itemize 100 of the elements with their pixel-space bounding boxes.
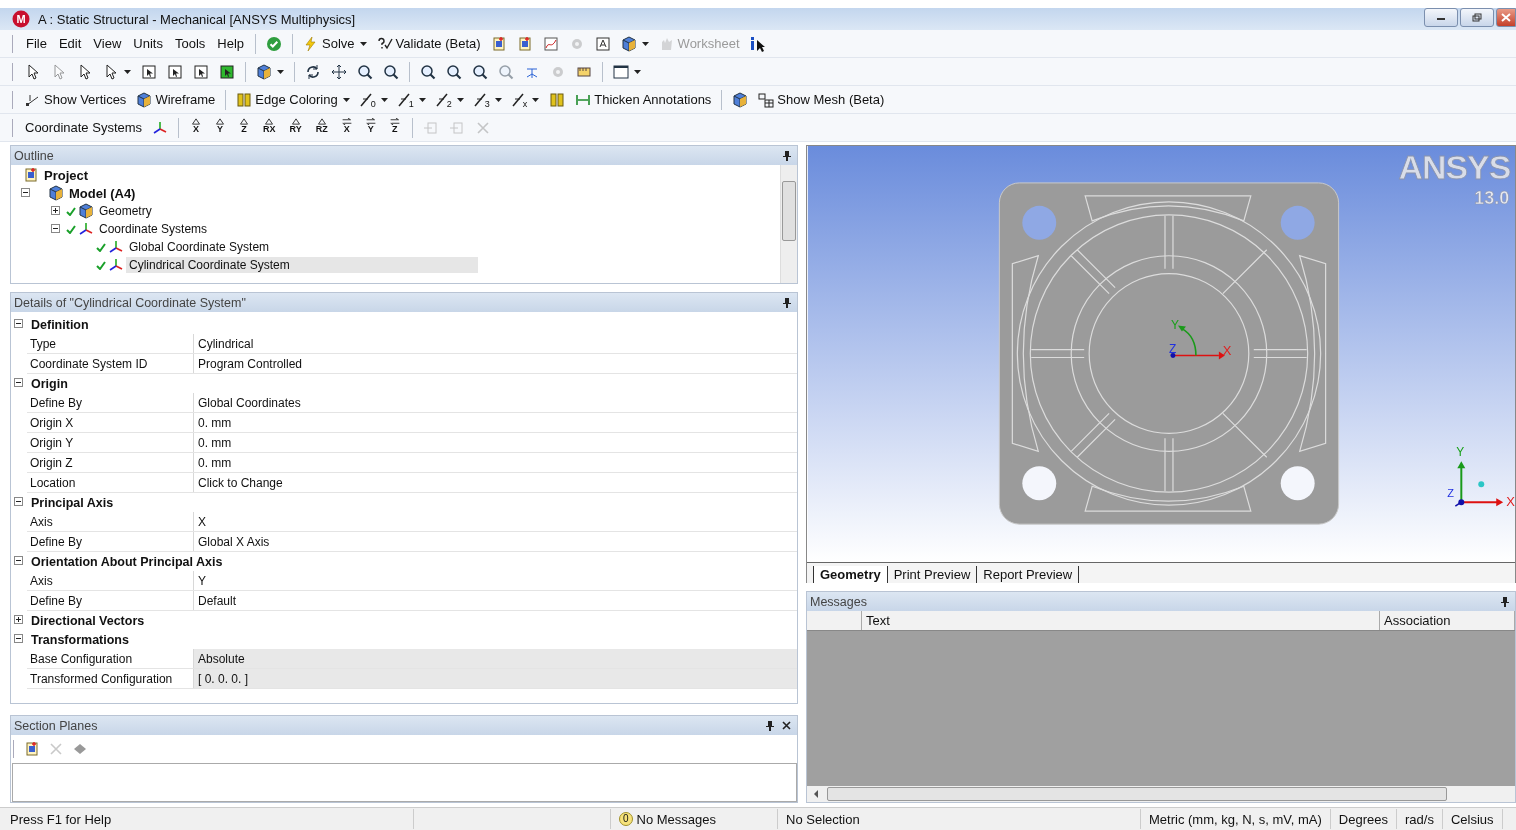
triangle-icon: [239, 117, 250, 125]
axis-button[interactable]: RX: [257, 116, 282, 139]
toolbar-button[interactable]: Validate (Beta): [372, 32, 485, 55]
triad-icon: [152, 119, 169, 136]
tree-item[interactable]: Geometry: [96, 203, 155, 219]
axis-label: Z: [1169, 341, 1177, 356]
edge-button[interactable]: 1: [393, 88, 430, 111]
clip-icon: [448, 119, 465, 136]
cube-icon: [48, 185, 64, 201]
property-value[interactable]: X: [194, 512, 797, 531]
property-name: Origin Y: [27, 433, 194, 452]
triangle-icon: [264, 117, 275, 125]
collapse-toggle[interactable]: [14, 556, 25, 567]
status-text[interactable]: rad/s: [1397, 809, 1443, 829]
property-value[interactable]: Global X Axis: [194, 532, 797, 551]
status-text[interactable]: Celsius: [1442, 809, 1503, 829]
edge-line-icon: [359, 92, 372, 107]
menu-item[interactable]: File: [21, 34, 52, 53]
mesh-icon: [758, 91, 775, 108]
column-header[interactable]: Association: [1380, 611, 1515, 630]
property-value[interactable]: Click to Change: [194, 473, 797, 492]
collapse-toggle[interactable]: [14, 497, 25, 508]
swap-arrows-icon: [341, 117, 352, 125]
menu-item[interactable]: View: [88, 34, 127, 53]
column-header[interactable]: Text: [862, 611, 1380, 630]
dropdown-caret-icon: [124, 69, 131, 74]
edge-button[interactable]: 2: [431, 88, 468, 111]
pin-icon[interactable]: [766, 720, 774, 731]
group-header: Transformations: [31, 632, 129, 647]
edge-button[interactable]: 0: [355, 88, 392, 111]
status-text[interactable]: Degrees: [1330, 809, 1397, 829]
expand-toggle[interactable]: [14, 615, 25, 626]
magnifier-icon: [357, 63, 373, 80]
scroll-left-icon[interactable]: [813, 790, 819, 798]
document-icon: [516, 35, 533, 52]
tree-item[interactable]: Cylindrical Coordinate System: [126, 257, 478, 273]
tree-item[interactable]: Project: [41, 166, 92, 184]
toolbar-button[interactable]: Wireframe: [132, 88, 220, 111]
property-value[interactable]: 0. mm: [194, 413, 797, 432]
tree-item[interactable]: Model (A4): [66, 184, 139, 202]
property-value[interactable]: 0. mm: [194, 433, 797, 452]
restore-button[interactable]: [1460, 8, 1494, 27]
axis-button[interactable]: X: [185, 116, 208, 139]
dropdown-caret-icon: [456, 97, 464, 102]
expand-toggle[interactable]: [51, 205, 62, 217]
flip-axis-button[interactable]: Z: [383, 116, 406, 139]
axis-button[interactable]: RZ: [309, 116, 334, 139]
close-button[interactable]: [1496, 8, 1516, 27]
property-value[interactable]: Default: [194, 591, 797, 610]
menu-item[interactable]: Help: [212, 34, 250, 53]
close-icon[interactable]: [782, 721, 791, 730]
collapse-toggle[interactable]: [21, 187, 32, 199]
axis-button[interactable]: Y: [209, 116, 232, 139]
version-label: 13.0: [1474, 187, 1510, 208]
toolbar-button[interactable]: Thicken Annotations: [571, 88, 716, 111]
edge-button[interactable]: 3: [469, 88, 506, 111]
menu-item[interactable]: Tools: [169, 34, 211, 53]
global-triad: [1454, 461, 1504, 507]
flip-axis-button[interactable]: Y: [359, 116, 382, 139]
menu-item[interactable]: Units: [128, 34, 168, 53]
pin-icon[interactable]: [783, 297, 791, 308]
diamond-icon: [72, 741, 88, 757]
property-name: Define By: [27, 591, 194, 610]
toolbar-button[interactable]: Show Mesh (Beta): [754, 88, 889, 111]
flip-axis-button[interactable]: X: [335, 116, 358, 139]
property-value[interactable]: Cylindrical: [194, 334, 797, 353]
property-value[interactable]: Y: [194, 571, 797, 590]
property-name: Type: [27, 334, 194, 353]
scrollbar[interactable]: [780, 165, 797, 283]
document-icon: [490, 35, 507, 52]
tree-item[interactable]: Global Coordinate System: [126, 239, 273, 255]
axis-label: X: [1222, 342, 1232, 358]
property-value[interactable]: 0. mm: [194, 453, 797, 472]
pin-icon[interactable]: [783, 150, 791, 161]
edge-line-icon: [473, 92, 486, 107]
triad-icon: [108, 257, 124, 273]
dropdown-button[interactable]: Edge Coloring: [232, 88, 354, 111]
toolbar-button[interactable]: Show Vertices: [21, 88, 131, 111]
collapse-toggle[interactable]: [51, 223, 62, 235]
axis-button[interactable]: Z: [233, 116, 256, 139]
scrollbar[interactable]: [807, 786, 1515, 802]
view-tab[interactable]: Geometry: [813, 566, 888, 583]
collapse-toggle[interactable]: [14, 634, 25, 645]
edge-button[interactable]: x: [507, 88, 544, 111]
menu-item[interactable]: Edit: [53, 34, 87, 53]
axis-button[interactable]: RY: [283, 116, 308, 139]
tree-item[interactable]: Coordinate Systems: [96, 221, 211, 237]
collapse-toggle[interactable]: [14, 378, 25, 389]
property-value[interactable]: Program Controlled: [194, 354, 797, 373]
collapse-toggle[interactable]: [14, 319, 25, 330]
minimize-button[interactable]: [1424, 8, 1458, 27]
status-text[interactable]: Metric (mm, kg, N, s, mV, mA): [1141, 809, 1331, 829]
panel-title: Details of "Cylindrical Coordinate System": [14, 295, 246, 310]
bars-icon: [549, 91, 566, 108]
property-value[interactable]: Global Coordinates: [194, 393, 797, 412]
pin-icon[interactable]: [1501, 596, 1509, 607]
property-name: Origin X: [27, 413, 194, 432]
dropdown-button[interactable]: Solve: [299, 32, 371, 55]
frame-icon: [594, 35, 611, 52]
cube-icon: [78, 203, 94, 219]
